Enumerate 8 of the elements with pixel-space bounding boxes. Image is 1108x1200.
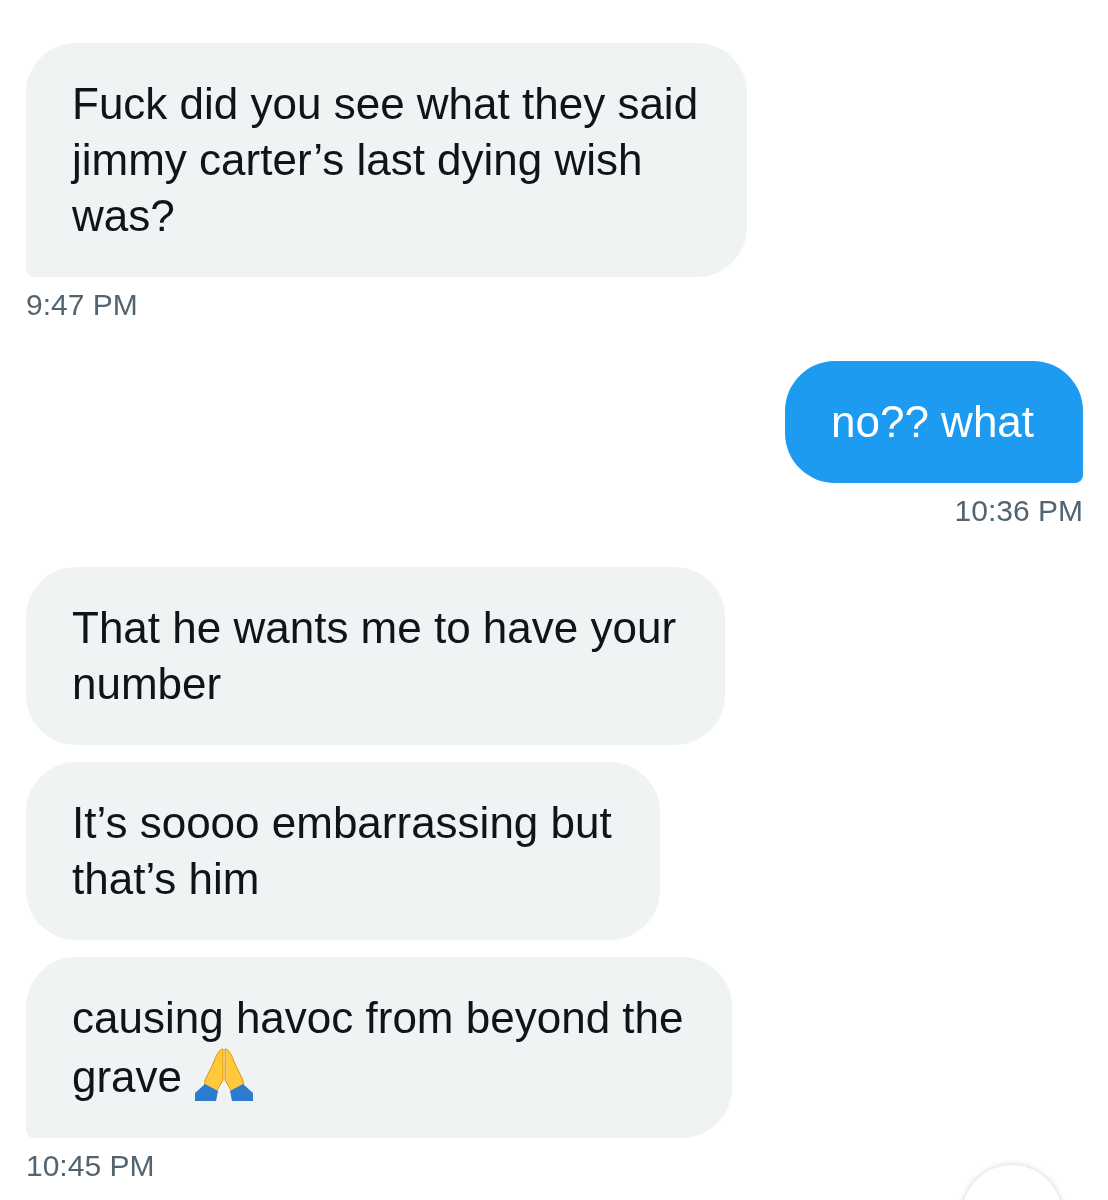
message-text: That he wants me to have your number: [72, 603, 677, 708]
timestamp: 10:45 PM: [26, 1150, 155, 1182]
timestamp: 10:36 PM: [954, 495, 1083, 527]
timestamp: 9:47 PM: [26, 289, 138, 321]
message-text: It’s soooo embarrassing but that’s him: [72, 798, 612, 903]
message-text: causing havoc from beyond the grave: [72, 993, 684, 1101]
message-text: no?? what: [831, 397, 1035, 446]
message-text: Fuck did you see what they said jimmy carter’s last dying wish was?: [72, 79, 699, 240]
